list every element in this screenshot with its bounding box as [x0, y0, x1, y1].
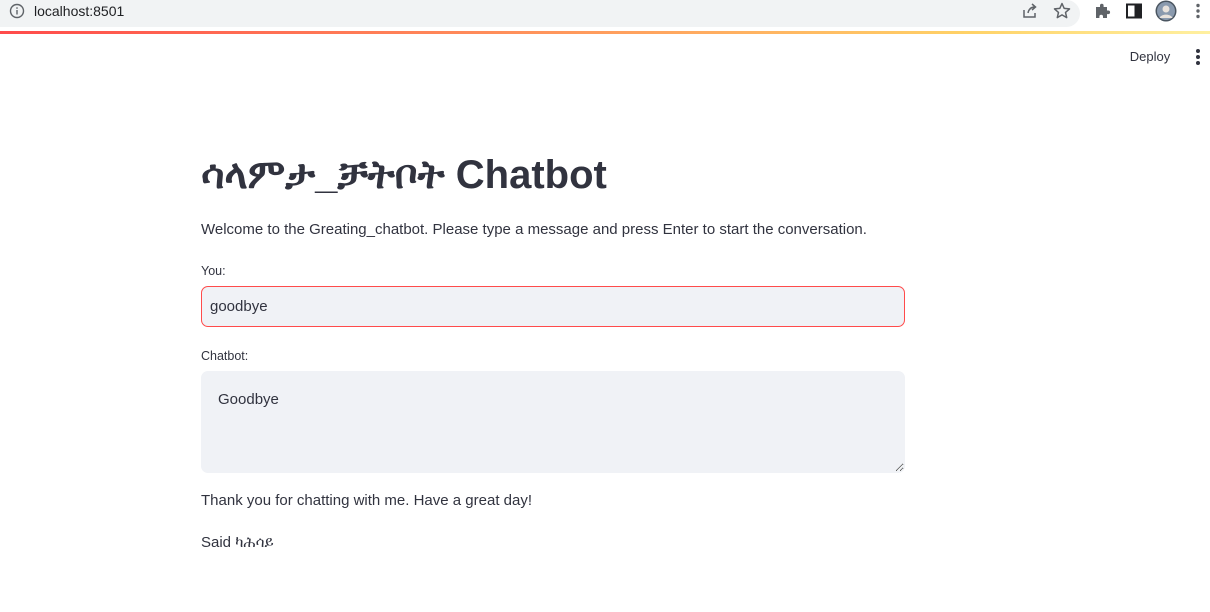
deploy-button[interactable]: Deploy — [1121, 46, 1179, 68]
profile-avatar[interactable] — [1155, 0, 1177, 22]
thanks-text: Thank you for chatting with me. Have a g… — [201, 492, 533, 509]
star-icon[interactable] — [1052, 1, 1072, 21]
user-message-input[interactable] — [201, 286, 905, 327]
url-text[interactable]: localhost:8501 — [34, 2, 124, 20]
extensions-icon[interactable] — [1092, 1, 1112, 21]
sidepanel-icon[interactable] — [1124, 1, 1144, 21]
main-content: ሳላምታ_ቻትቦት Chatbot Welcome to the Greatin… — [201, 140, 905, 551]
info-icon[interactable] — [9, 3, 25, 19]
chatbot-label: Chatbot: — [201, 349, 249, 363]
chatbot-response-textarea[interactable]: Goodbye — [201, 371, 905, 473]
you-label: You: — [201, 264, 226, 278]
page-title: ሳላምታ_ቻትቦት Chatbot — [201, 153, 607, 197]
header-decoration-stripe — [0, 31, 1210, 34]
browser-toolbar: localhost:8501 — [0, 0, 1210, 31]
author-credit: Said ካሕሳይ — [201, 534, 274, 551]
welcome-text: Welcome to the Greating_chatbot. Please … — [201, 221, 867, 238]
address-bar[interactable]: localhost:8501 — [0, 0, 1080, 27]
more-vert-icon[interactable] — [1190, 47, 1206, 67]
share-icon[interactable] — [1020, 1, 1040, 21]
more-vert-icon[interactable] — [1188, 1, 1208, 21]
